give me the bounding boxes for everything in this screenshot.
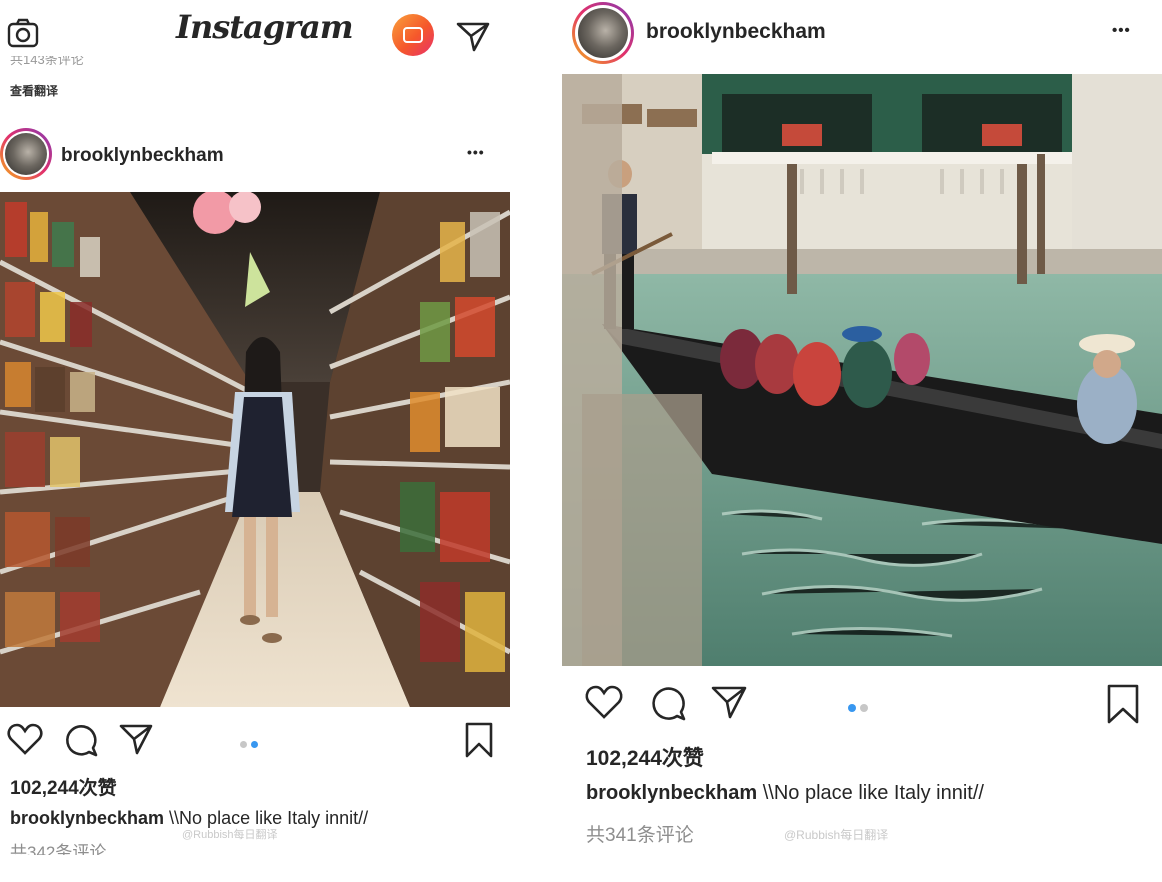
- post-header: brooklynbeckham •••: [0, 124, 510, 184]
- comment-icon[interactable]: [649, 684, 687, 722]
- caption-text: \\No place like Italy innit//: [164, 808, 369, 828]
- carousel-indicator: [848, 699, 872, 717]
- right-screenshot: brooklynbeckham ••• 102,244次赞 brooklynbe…: [562, 0, 1162, 855]
- caption-text: \\No place like Italy innit//: [757, 782, 984, 804]
- view-comments-link[interactable]: 共342条评论: [10, 838, 106, 855]
- carousel-dot-active: [848, 704, 856, 712]
- see-translation-link[interactable]: 查看翻译: [10, 82, 58, 99]
- caption-username[interactable]: brooklynbeckham: [586, 782, 757, 804]
- bookmark-icon[interactable]: [464, 721, 494, 759]
- carousel-dot-active: [251, 741, 258, 748]
- heart-icon[interactable]: [585, 684, 623, 720]
- camera-icon[interactable]: [6, 16, 40, 50]
- likes-count[interactable]: 102,244次赞: [586, 742, 704, 772]
- caption-username[interactable]: brooklynbeckham: [10, 808, 164, 828]
- carousel-dot: [240, 741, 247, 748]
- carousel-indicator: [240, 735, 262, 753]
- post-username[interactable]: brooklynbeckham: [61, 145, 224, 167]
- post-header: brooklynbeckham •••: [562, 0, 1162, 64]
- more-options-icon[interactable]: •••: [1112, 22, 1131, 39]
- left-screenshot: Instagram 共143条评论 查看翻译 brooklynbeckham •…: [0, 0, 510, 855]
- post-photo-venice-gondola[interactable]: [562, 74, 1162, 666]
- more-options-icon[interactable]: •••: [467, 144, 485, 160]
- watermark: @Rubbish每日翻译: [182, 829, 278, 841]
- watermark: @Rubbish每日翻译: [784, 828, 889, 842]
- share-icon[interactable]: [710, 684, 748, 720]
- comment-icon[interactable]: [63, 722, 99, 758]
- post-photo-supermarket[interactable]: [0, 192, 510, 707]
- avatar[interactable]: [572, 2, 634, 64]
- post-caption: brooklynbeckham \\No place like Italy in…: [586, 782, 984, 805]
- post-username[interactable]: brooklynbeckham: [646, 20, 826, 44]
- view-comments-link[interactable]: 共341条评论: [586, 820, 694, 847]
- avatar[interactable]: [0, 128, 52, 180]
- bookmark-icon[interactable]: [1106, 683, 1140, 725]
- igtv-icon[interactable]: [392, 14, 434, 56]
- heart-icon[interactable]: [7, 722, 43, 756]
- carousel-dot: [860, 704, 868, 712]
- likes-count[interactable]: 102,244次赞: [10, 773, 117, 800]
- direct-message-icon[interactable]: [454, 16, 492, 54]
- clipped-comment-count: 共143条评论: [10, 56, 84, 67]
- share-icon[interactable]: [118, 722, 154, 756]
- instagram-logo: Instagram: [176, 8, 354, 46]
